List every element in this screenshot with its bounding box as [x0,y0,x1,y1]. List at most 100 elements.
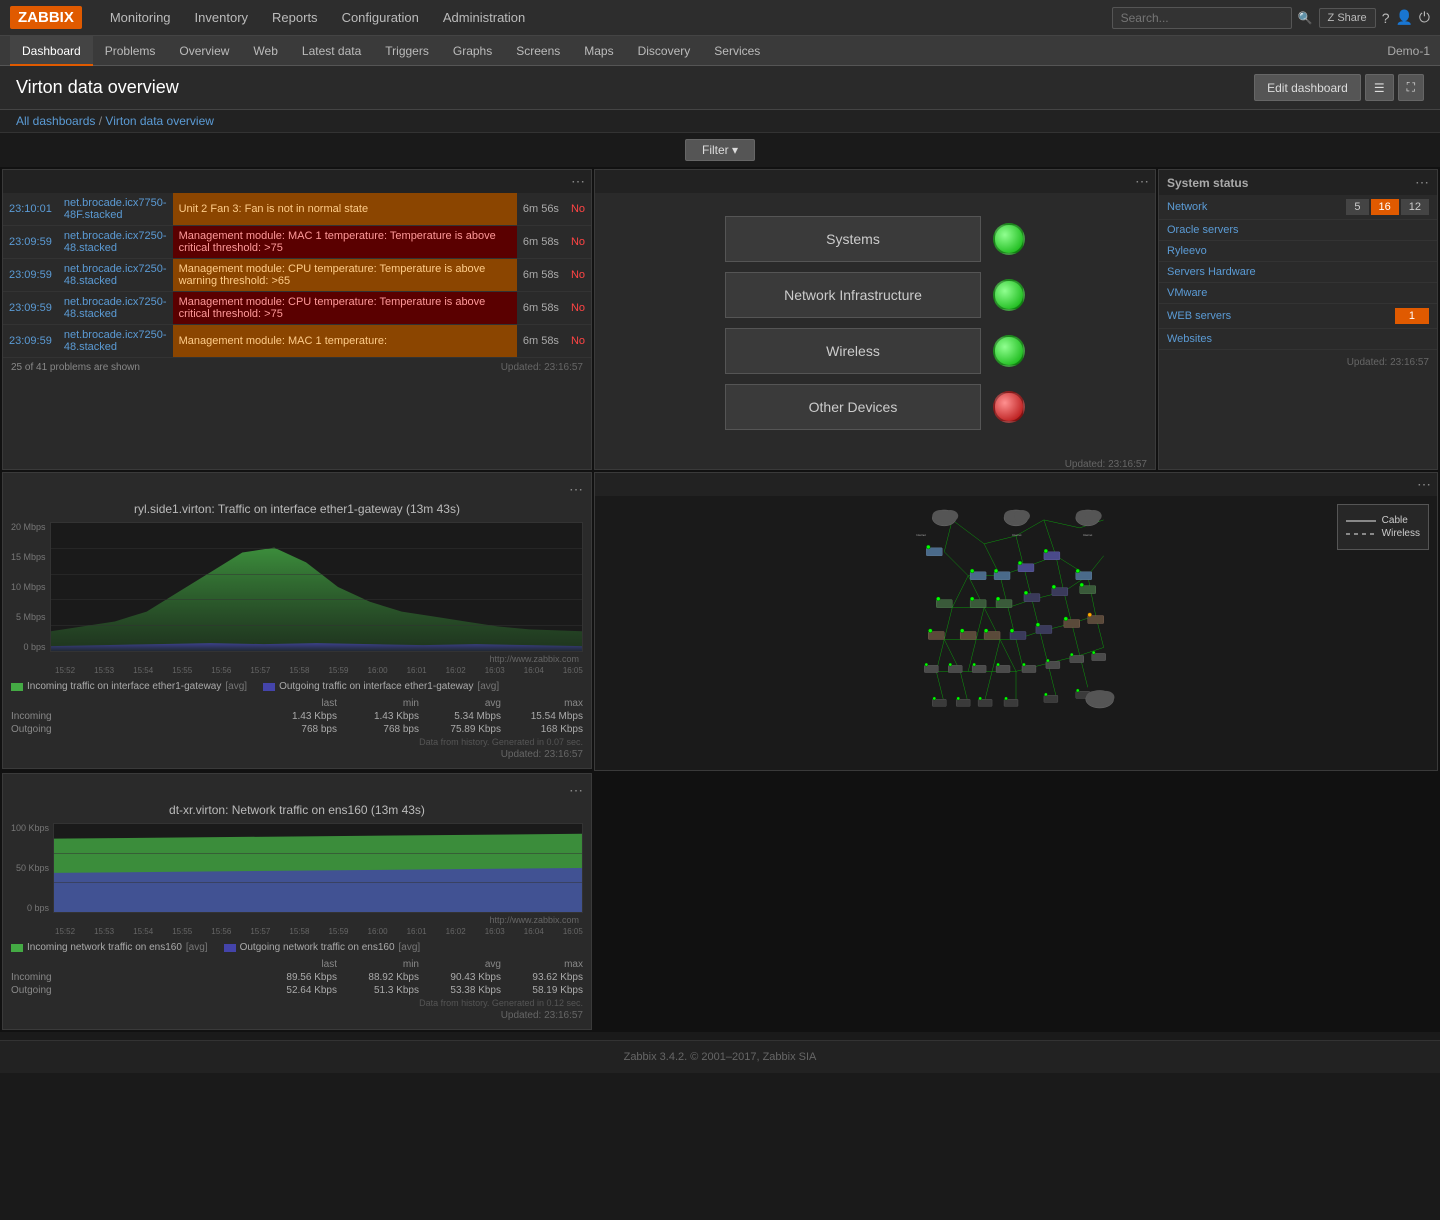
nav-configuration[interactable]: Configuration [330,0,431,36]
sys-oracle-label[interactable]: Oracle servers [1167,224,1429,236]
power-icon[interactable]: ⏻ [1419,9,1430,26]
other-devices-button[interactable]: Other Devices [725,384,981,430]
wireless-button[interactable]: Wireless [725,328,981,374]
search-input[interactable] [1112,7,1292,29]
sys-ryleevo-label[interactable]: Ryleevo [1167,245,1429,257]
legend-cable: Cable [1382,515,1408,526]
chart1-y1: 0 bps [11,642,46,652]
share-button[interactable]: Z Share [1319,8,1376,28]
alerts-menu-icon[interactable]: ⋯ [571,173,585,190]
nav-reports[interactable]: Reports [260,0,330,36]
map-menu-icon[interactable]: ⋯ [1417,476,1431,493]
tab-problems[interactable]: Problems [93,36,168,66]
alerts-updated: Updated: 23:16:57 [501,362,583,373]
list-view-button[interactable]: ☰ [1365,74,1394,101]
alert-row: 23:09:59 net.brocade.icx7250-48.stacked … [3,226,591,259]
chart2-title: dt-xr.virton: Network traffic on ens160 … [11,803,583,817]
chart2-svg [54,824,582,912]
tab-triggers[interactable]: Triggers [373,36,441,66]
system-status-panel: System status ⋯ Network 5 16 12 Oracle s… [1158,169,1438,470]
tab-services[interactable]: Services [702,36,772,66]
chart1-legend-incoming: Incoming traffic on interface ether1-gat… [11,681,247,692]
systems-button[interactable]: Systems [725,216,981,262]
alert-row: 23:09:59 net.brocade.icx7250-48.stacked … [3,325,591,358]
nav-inventory[interactable]: Inventory [183,0,260,36]
svg-text:Internet: Internet [916,533,926,537]
system-status-title: System status [1167,176,1248,190]
sys-network-v1: 5 [1346,199,1368,215]
svg-text:Internet: Internet [1012,533,1022,537]
help-icon[interactable]: ? [1382,10,1390,26]
nav-administration[interactable]: Administration [431,0,537,36]
alerts-table: 23:10:01 net.brocade.icx7750-48F.stacked… [3,193,591,358]
device-row-network: Network Infrastructure [725,272,1025,318]
chart2-legend-incoming: Incoming network traffic on ens160 [avg] [11,942,208,953]
tab-web[interactable]: Web [241,36,289,66]
device-updated: Updated: 23:16:57 [1065,459,1147,470]
tab-screens[interactable]: Screens [504,36,572,66]
chart2-data-source: Data from history. Generated in 0.12 sec… [11,998,583,1008]
chart1-y5: 20 Mbps [11,522,46,532]
other-devices-indicator [993,391,1025,423]
sys-servers-label[interactable]: Servers Hardware [1167,266,1429,278]
tab-latest-data[interactable]: Latest data [290,36,373,66]
network-infra-button[interactable]: Network Infrastructure [725,272,981,318]
chart1-panel: ⋯ ryl.side1.virton: Traffic on interface… [2,472,592,769]
sys-websites-label[interactable]: Websites [1167,333,1429,345]
chart1-legend-outgoing: Outgoing traffic on interface ether1-gat… [263,681,499,692]
chart1-title: ryl.side1.virton: Traffic on interface e… [11,502,583,516]
device-row-wireless: Wireless [725,328,1025,374]
tab-maps[interactable]: Maps [572,36,625,66]
alert-row: 23:10:01 net.brocade.icx7750-48F.stacked… [3,193,591,226]
device-status-panel: ⋯ Systems Network Infrastructure Wireles… [594,169,1156,470]
network-infra-indicator [993,279,1025,311]
sys-row-oracle: Oracle servers [1159,220,1437,241]
breadcrumb-root[interactable]: All dashboards [16,114,95,128]
chart2-menu-icon[interactable]: ⋯ [569,782,583,799]
sys-row-ryleevo: Ryleevo [1159,241,1437,262]
filter-button[interactable]: Filter ▾ [685,139,755,161]
tab-discovery[interactable]: Discovery [626,36,703,66]
chart1-y3: 10 Mbps [11,582,46,592]
sys-row-websites: Websites [1159,329,1437,350]
page-title: Virton data overview [16,77,179,98]
chart2-legend-outgoing: Outgoing network traffic on ens160 [avg] [224,942,421,953]
user-label: Demo-1 [1387,44,1430,58]
network-map-svg: Internet Internet Internet [595,496,1437,767]
chart1-updated: Updated: 23:16:57 [11,749,583,760]
sys-row-servers-hardware: Servers Hardware [1159,262,1437,283]
sys-web-label[interactable]: WEB servers [1167,310,1393,322]
svg-text:Internet: Internet [1083,533,1093,537]
chart1-menu-icon[interactable]: ⋯ [569,481,583,498]
legend-wireless: Wireless [1382,528,1420,539]
logo[interactable]: ZABBIX [10,6,82,29]
map-legend: Cable Wireless [1337,504,1429,550]
chart2-y2: 50 Kbps [11,863,49,873]
chart2-y3: 100 Kbps [11,823,49,833]
sys-status-menu-icon[interactable]: ⋯ [1415,174,1429,191]
sys-network-v2: 16 [1371,199,1399,215]
tab-dashboard[interactable]: Dashboard [10,36,93,66]
device-menu-icon[interactable]: ⋯ [1135,173,1149,190]
sys-row-vmware: VMware [1159,283,1437,304]
alert-row: 23:09:59 net.brocade.icx7250-48.stacked … [3,292,591,325]
sys-network-v3: 12 [1401,199,1429,215]
search-icon[interactable]: 🔍 [1298,11,1313,25]
sys-status-updated: Updated: 23:16:57 [1347,357,1429,368]
user-icon[interactable]: 👤 [1395,9,1412,26]
chart2-updated: Updated: 23:16:57 [11,1010,583,1021]
sys-row-network: Network 5 16 12 [1159,195,1437,220]
chart2-panel: ⋯ dt-xr.virton: Network traffic on ens16… [2,773,592,1030]
sys-web-v2: 1 [1395,308,1429,324]
tab-overview[interactable]: Overview [167,36,241,66]
fullscreen-button[interactable]: ⛶ [1398,74,1424,101]
alerts-panel: ⋯ 23:10:01 net.brocade.icx7750-48F.stack… [2,169,592,470]
sys-network-label[interactable]: Network [1167,201,1344,213]
chart1-svg [51,523,582,651]
sys-vmware-label[interactable]: VMware [1167,287,1429,299]
wireless-indicator [993,335,1025,367]
edit-dashboard-button[interactable]: Edit dashboard [1254,74,1361,101]
nav-monitoring[interactable]: Monitoring [98,0,183,36]
tab-graphs[interactable]: Graphs [441,36,504,66]
sys-row-web-servers: WEB servers 1 [1159,304,1437,329]
